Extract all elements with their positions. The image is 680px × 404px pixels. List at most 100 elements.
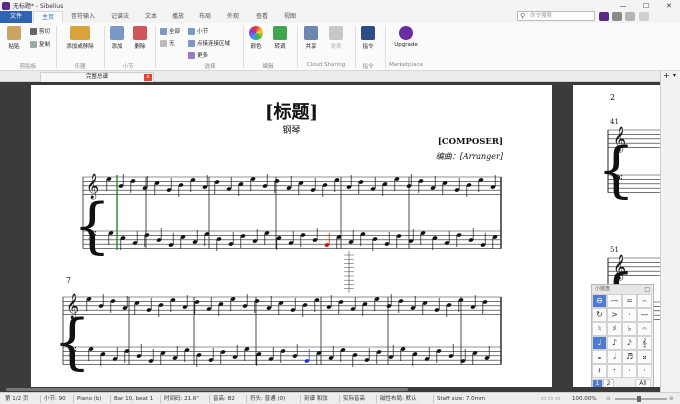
select-all-button[interactable]: 全部 xyxy=(160,27,180,35)
select-none-button[interactable]: 无 xyxy=(160,39,175,47)
publish-button[interactable]: 发表 xyxy=(325,26,347,50)
select-bar-icon xyxy=(188,28,195,35)
keypad-key[interactable]: ♯ xyxy=(607,322,622,336)
paste-button[interactable]: 粘贴 xyxy=(3,26,25,50)
trumpet-icon xyxy=(70,26,90,40)
tab-layout[interactable]: 布局 xyxy=(193,11,217,23)
status-transposing[interactable]: 刻谱 和弦 xyxy=(304,393,328,404)
status-magnetic-layout[interactable]: 磁性布局: 默认 xyxy=(380,393,417,404)
scissors-icon xyxy=(30,28,37,35)
window-title: 无标题* - Sibelius xyxy=(13,3,64,10)
bass-clef-icon: 𝄢 xyxy=(67,344,77,362)
keypad-key[interactable]: 𝄞 xyxy=(637,336,652,350)
keypad-key[interactable]: 𝄽 xyxy=(592,364,607,378)
zoom-slider-thumb[interactable] xyxy=(637,396,641,402)
status-staff-size: Staff size: 7.0mm xyxy=(437,396,486,402)
score-notation[interactable]: {𝄞𝄢{𝄞𝄢 xyxy=(31,85,552,388)
tab-play[interactable]: 播放 xyxy=(166,11,190,23)
help-icon[interactable] xyxy=(639,12,649,21)
keypad-key[interactable]: ♩ xyxy=(592,336,607,350)
tab-appearance[interactable]: 外观 xyxy=(221,11,245,23)
keypad-key[interactable]: 𝅘𝅥𝅯 xyxy=(622,336,637,350)
keypad-key[interactable]: — xyxy=(637,308,652,322)
tab-view[interactable]: 视图 xyxy=(278,11,302,23)
tab-review[interactable]: 查看 xyxy=(250,11,274,23)
keypad-key[interactable]: ♪ xyxy=(607,336,622,350)
keypad-key[interactable]: 𝅗𝅥 xyxy=(607,350,622,364)
command-button[interactable]: 指令 xyxy=(358,26,378,50)
keypad-key[interactable]: 𝄐 xyxy=(637,322,652,336)
keypad-key[interactable]: = xyxy=(622,294,637,308)
select-more-label: 更多 xyxy=(197,53,209,59)
status-zoom[interactable]: 100.00% xyxy=(572,393,596,404)
minimize-button[interactable]: — xyxy=(612,0,634,11)
separator xyxy=(243,26,244,68)
status-instrument: Piano (b) xyxy=(77,396,102,402)
view-mode-icons[interactable]: ▭ ▭ ▭ xyxy=(541,393,560,404)
keypad-key[interactable]: > xyxy=(607,308,622,322)
cloud-sharing-group-label: Cloud Sharing xyxy=(306,62,346,68)
status-page: 第 1/2 页 xyxy=(5,396,29,402)
keypad-key[interactable]: ⊖ xyxy=(592,294,607,308)
tab-notations[interactable]: 记谱法 xyxy=(104,11,136,23)
select-passage-label: 点接连接区域 xyxy=(197,41,231,47)
select-none-icon xyxy=(160,40,167,47)
keypad-key[interactable]: — xyxy=(607,294,622,308)
zoom-slider[interactable] xyxy=(615,398,667,400)
transpose-button[interactable]: 转调 xyxy=(270,26,290,50)
tab-file[interactable]: 文件 xyxy=(0,11,32,23)
keypad-key[interactable]: · xyxy=(622,364,637,378)
tab-note-input[interactable]: 音符输入 xyxy=(66,11,100,23)
command-search-input[interactable]: ⚲ 命令搜索 xyxy=(517,11,595,21)
keypad-key[interactable]: · xyxy=(622,308,637,322)
add-tab-button[interactable]: + xyxy=(663,71,670,80)
tab-home[interactable]: 主页 xyxy=(33,11,63,23)
separator xyxy=(376,395,377,403)
close-button[interactable]: ✕ xyxy=(658,0,680,11)
status-concert-pitch[interactable]: 实际音高 xyxy=(343,393,365,404)
keypad-key[interactable]: 𝅝 xyxy=(592,350,607,364)
keypad-key[interactable]: ⌢ xyxy=(637,294,652,308)
select-passage-button[interactable]: 点接连接区域 xyxy=(188,39,230,47)
score-canvas[interactable]: [标题] 钢琴 [COMPOSER] 编曲：[Arranger] 7 {𝄞 𝄢{𝄞… xyxy=(0,82,660,392)
keypad-key[interactable]: · xyxy=(637,364,652,378)
keypad-key[interactable]: ↻ xyxy=(592,308,607,322)
share-button[interactable]: 共享 xyxy=(301,26,321,50)
redo-icon[interactable] xyxy=(625,12,635,21)
scrollbar-thumb[interactable] xyxy=(6,388,408,391)
status-bar: 第 1/2 页 小节: 90 Piano (b) Bar 10, beat 1 … xyxy=(0,392,680,404)
cut-button[interactable]: 剪切 xyxy=(30,27,50,35)
document-tab-label: 完整总谱 xyxy=(85,74,108,80)
undo-icon[interactable] xyxy=(612,12,622,21)
zoom-out-button[interactable]: ⊖ xyxy=(606,393,611,404)
terminal-icon xyxy=(361,26,375,40)
select-bar-button[interactable]: 小节 xyxy=(188,27,208,35)
keypad-panel[interactable]: 小键盘 □ ⊖ — = ⌢ ↻ > · — ♮ ♯ ♭ 𝄐 ♩ ♪ 𝅘𝅥𝅯 𝄞 𝅝 𝅗𝅥 ♬ 𝄪 𝄽 𝄾 · · 1 2 Al… xyxy=(591,284,654,395)
select-more-button[interactable]: 更多 xyxy=(188,51,208,59)
chevron-down-icon[interactable]: ▾ xyxy=(673,72,676,79)
keypad-key[interactable]: ♭ xyxy=(622,322,637,336)
right-panel-strip: + ▾ xyxy=(660,71,680,392)
upgrade-button[interactable]: Upgrade xyxy=(390,26,422,48)
document-tab-full-score[interactable]: 完整总谱 x xyxy=(40,72,154,82)
score-page-1[interactable]: [标题] 钢琴 [COMPOSER] 编曲：[Arranger] 7 {𝄞 𝄢{𝄞… xyxy=(31,85,552,388)
keypad-row: ⊖ — = ⌢ xyxy=(592,294,653,308)
keypad-key[interactable]: ♮ xyxy=(592,322,607,336)
delete-bar-button[interactable]: 删除 xyxy=(130,26,150,50)
status-pitch: 音高: B2 xyxy=(213,396,235,402)
add-bar-button[interactable]: 添加 xyxy=(107,26,127,50)
zoom-in-button[interactable]: ⊕ xyxy=(669,393,674,404)
maximize-button[interactable]: ☐ xyxy=(635,0,657,11)
sibelius-app-icon xyxy=(2,1,10,10)
keypad-key[interactable]: 𝄪 xyxy=(637,350,652,364)
sibelius-logo-icon[interactable] xyxy=(599,12,609,21)
keypad-key[interactable]: ♬ xyxy=(622,350,637,364)
add-remove-instruments-button[interactable]: 添加或移除 xyxy=(60,26,100,50)
keypad-key[interactable]: 𝄾 xyxy=(607,364,622,378)
copy-button[interactable]: 复制 xyxy=(30,40,50,48)
tab-text[interactable]: 文本 xyxy=(139,11,163,23)
keypad-close-button[interactable]: □ xyxy=(644,285,650,294)
transpose-arrow-icon xyxy=(273,26,287,40)
close-document-tab-button[interactable]: x xyxy=(144,74,152,81)
color-button[interactable]: 颜色 xyxy=(246,26,266,50)
